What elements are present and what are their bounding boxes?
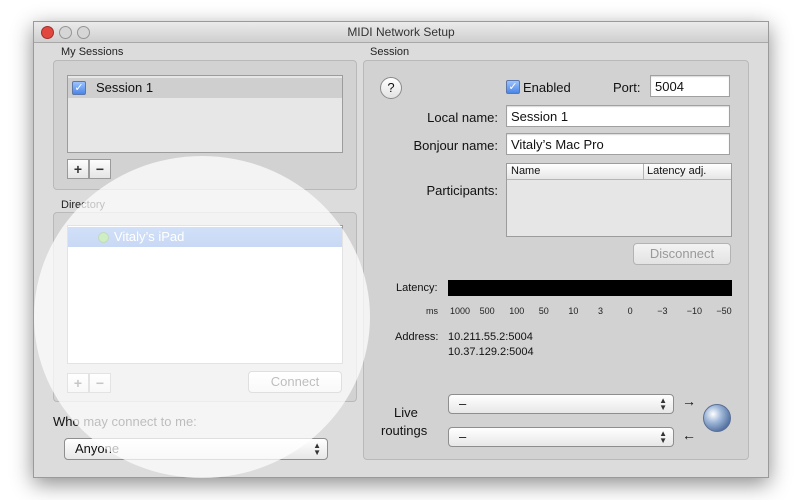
my-sessions-label: My Sessions xyxy=(61,46,124,58)
address-2: 10.37.129.2:5004 xyxy=(448,346,534,358)
directory-device-name: Vitaly’s iPad xyxy=(114,229,185,244)
session-name: Session 1 xyxy=(96,80,154,95)
local-name-label: Local name: xyxy=(427,110,498,125)
latency-tick: 3 xyxy=(598,306,604,316)
who-may-connect-value: Anyone xyxy=(75,441,120,456)
address-1: 10.211.55.2:5004 xyxy=(448,331,533,343)
routing-in-value: – xyxy=(459,396,467,411)
directory-label: Directory xyxy=(61,199,106,211)
column-name[interactable]: Name xyxy=(511,164,540,179)
latency-tick: −10 xyxy=(686,306,703,316)
bonjour-name-field[interactable]: Vitaly’s Mac Pro xyxy=(506,133,730,155)
column-latency-adj[interactable]: Latency adj. xyxy=(647,164,706,179)
midi-network-setup-window: MIDI Network Setup My Sessions ✓ Session… xyxy=(33,21,769,478)
local-name-field[interactable]: Session 1 xyxy=(506,105,730,127)
live-routings-label-line2: routings xyxy=(381,423,428,438)
popup-arrows-icon: ▲ ▼ xyxy=(659,396,667,412)
directory-group: Vitaly’s iPad + − Connect xyxy=(53,212,357,402)
sessions-list[interactable]: ✓ Session 1 xyxy=(67,75,343,153)
latency-tick: −50 xyxy=(716,306,732,316)
help-button[interactable]: ? xyxy=(380,77,402,99)
window-title: MIDI Network Setup xyxy=(347,25,455,39)
who-may-connect-popup[interactable]: Anyone ▲ ▼ xyxy=(64,438,328,460)
minimize-window-button[interactable] xyxy=(59,26,72,39)
connect-button[interactable]: Connect xyxy=(248,371,342,393)
participants-table[interactable]: Name Latency adj. xyxy=(506,163,732,237)
routing-in-popup[interactable]: – ▲ ▼ xyxy=(448,394,674,414)
who-may-connect-label: Who may connect to me: xyxy=(53,414,197,429)
port-label: Port: xyxy=(613,80,641,95)
latency-tick: 10 xyxy=(568,306,579,316)
session-enabled-checkbox[interactable]: ✓ xyxy=(72,81,86,95)
directory-list[interactable]: Vitaly’s iPad xyxy=(67,225,343,364)
list-item[interactable]: ✓ Session 1 xyxy=(68,78,342,98)
routing-out-popup[interactable]: – ▲ ▼ xyxy=(448,427,674,447)
add-directory-button[interactable]: + xyxy=(67,373,89,393)
latency-tick: −3 xyxy=(657,306,668,316)
remove-directory-button[interactable]: − xyxy=(89,373,111,393)
session-section-label: Session xyxy=(370,46,410,58)
participants-table-header: Name Latency adj. xyxy=(507,164,731,180)
enabled-checkbox[interactable]: ✓ xyxy=(506,80,520,94)
latency-tick: 1000 xyxy=(450,306,471,316)
bonjour-name-label: Bonjour name: xyxy=(413,138,498,153)
routing-out-value: – xyxy=(459,429,467,444)
latency-tick: 0 xyxy=(627,306,633,316)
participants-label: Participants: xyxy=(426,183,498,198)
network-globe-icon xyxy=(703,404,731,432)
remove-session-button[interactable]: − xyxy=(89,159,111,179)
latency-tick: 50 xyxy=(538,306,549,316)
session-group: ? ✓ Enabled Port: 5004 Local name: Sessi… xyxy=(363,60,749,460)
popup-arrows-icon: ▲ ▼ xyxy=(313,441,321,457)
arrow-left-icon: ← xyxy=(682,427,696,443)
disconnect-button[interactable]: Disconnect xyxy=(633,243,731,265)
latency-unit: ms xyxy=(426,306,438,316)
latency-tick: 100 xyxy=(509,306,525,316)
my-sessions-group: ✓ Session 1 + − xyxy=(53,60,357,190)
latency-meter xyxy=(448,280,732,296)
latency-label: Latency: xyxy=(396,282,438,294)
arrow-right-icon: → xyxy=(682,393,696,409)
live-routings-label-line1: Live xyxy=(394,405,418,420)
online-status-icon xyxy=(98,232,109,243)
port-field[interactable]: 5004 xyxy=(650,75,730,97)
enabled-label: Enabled xyxy=(523,80,571,95)
list-item[interactable]: Vitaly’s iPad xyxy=(68,227,342,247)
title-bar: MIDI Network Setup xyxy=(34,22,768,43)
zoom-window-button[interactable] xyxy=(77,26,90,39)
popup-arrows-icon: ▲ ▼ xyxy=(659,429,667,445)
add-session-button[interactable]: + xyxy=(67,159,89,179)
latency-tick: 500 xyxy=(479,306,495,316)
address-label: Address: xyxy=(395,331,439,343)
close-window-button[interactable] xyxy=(41,26,54,39)
